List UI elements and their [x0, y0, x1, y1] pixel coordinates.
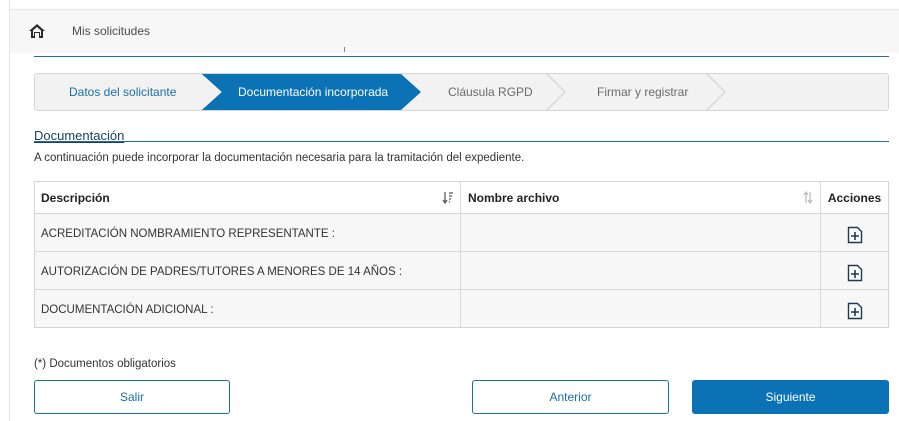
home-icon[interactable] [28, 23, 46, 39]
add-document-icon[interactable] [847, 226, 863, 244]
row-actions [821, 214, 888, 251]
table-row: AUTORIZACIÓN DE PADRES/TUTORES A MENORES… [35, 251, 888, 289]
add-document-icon[interactable] [847, 302, 863, 320]
column-header-actions: Acciones [827, 190, 882, 205]
row-filename [461, 214, 821, 251]
sort-icon[interactable] [802, 191, 814, 204]
add-document-icon[interactable] [847, 264, 863, 282]
section-divider [34, 141, 889, 142]
exit-button[interactable]: Salir [34, 380, 230, 414]
row-actions [821, 290, 888, 327]
table-row: ACREDITACIÓN NOMBRAMIENTO REPRESENTANTE … [35, 213, 888, 251]
documents-table: Descripción Nombre archivo Acciones ACRE… [34, 181, 889, 328]
left-border [9, 0, 10, 421]
previous-button[interactable]: Anterior [472, 380, 669, 414]
row-actions [821, 252, 888, 289]
row-filename [461, 290, 821, 327]
column-header-filename[interactable]: Nombre archivo [461, 182, 821, 213]
row-description: DOCUMENTACIÓN ADICIONAL : [35, 290, 461, 327]
row-description: ACREDITACIÓN NOMBRAMIENTO REPRESENTANTE … [35, 214, 461, 251]
top-bar: Mis solicitudes [10, 9, 899, 53]
section-intro: A continuación puede incorporar la docum… [34, 152, 525, 164]
step-firmar-registrar: Firmar y registrar [597, 85, 689, 99]
chevron-right-icon [200, 74, 222, 110]
row-filename [461, 252, 821, 289]
step-datos-solicitante[interactable]: Datos del solicitante [69, 74, 176, 110]
sort-ascending-icon[interactable] [442, 191, 454, 204]
table-header-row: Descripción Nombre archivo Acciones [35, 182, 888, 213]
wizard-steps: Datos del solicitante Documentación inco… [34, 73, 889, 111]
breadcrumb-title[interactable]: Mis solicitudes [72, 24, 150, 38]
required-documents-note: (*) Documentos obligatorios [34, 358, 176, 370]
chevron-right-icon [546, 74, 566, 110]
header-divider [34, 56, 889, 57]
column-header-description[interactable]: Descripción [35, 182, 461, 213]
step-clausula-rgpd: Cláusula RGPD [448, 85, 533, 99]
next-button[interactable]: Siguiente [692, 380, 889, 414]
divider-tick [344, 47, 345, 52]
table-row: DOCUMENTACIÓN ADICIONAL : [35, 289, 888, 327]
row-description: AUTORIZACIÓN DE PADRES/TUTORES A MENORES… [35, 252, 461, 289]
step-documentacion-incorporada[interactable]: Documentación incorporada [238, 74, 388, 110]
chevron-right-icon [706, 74, 726, 110]
